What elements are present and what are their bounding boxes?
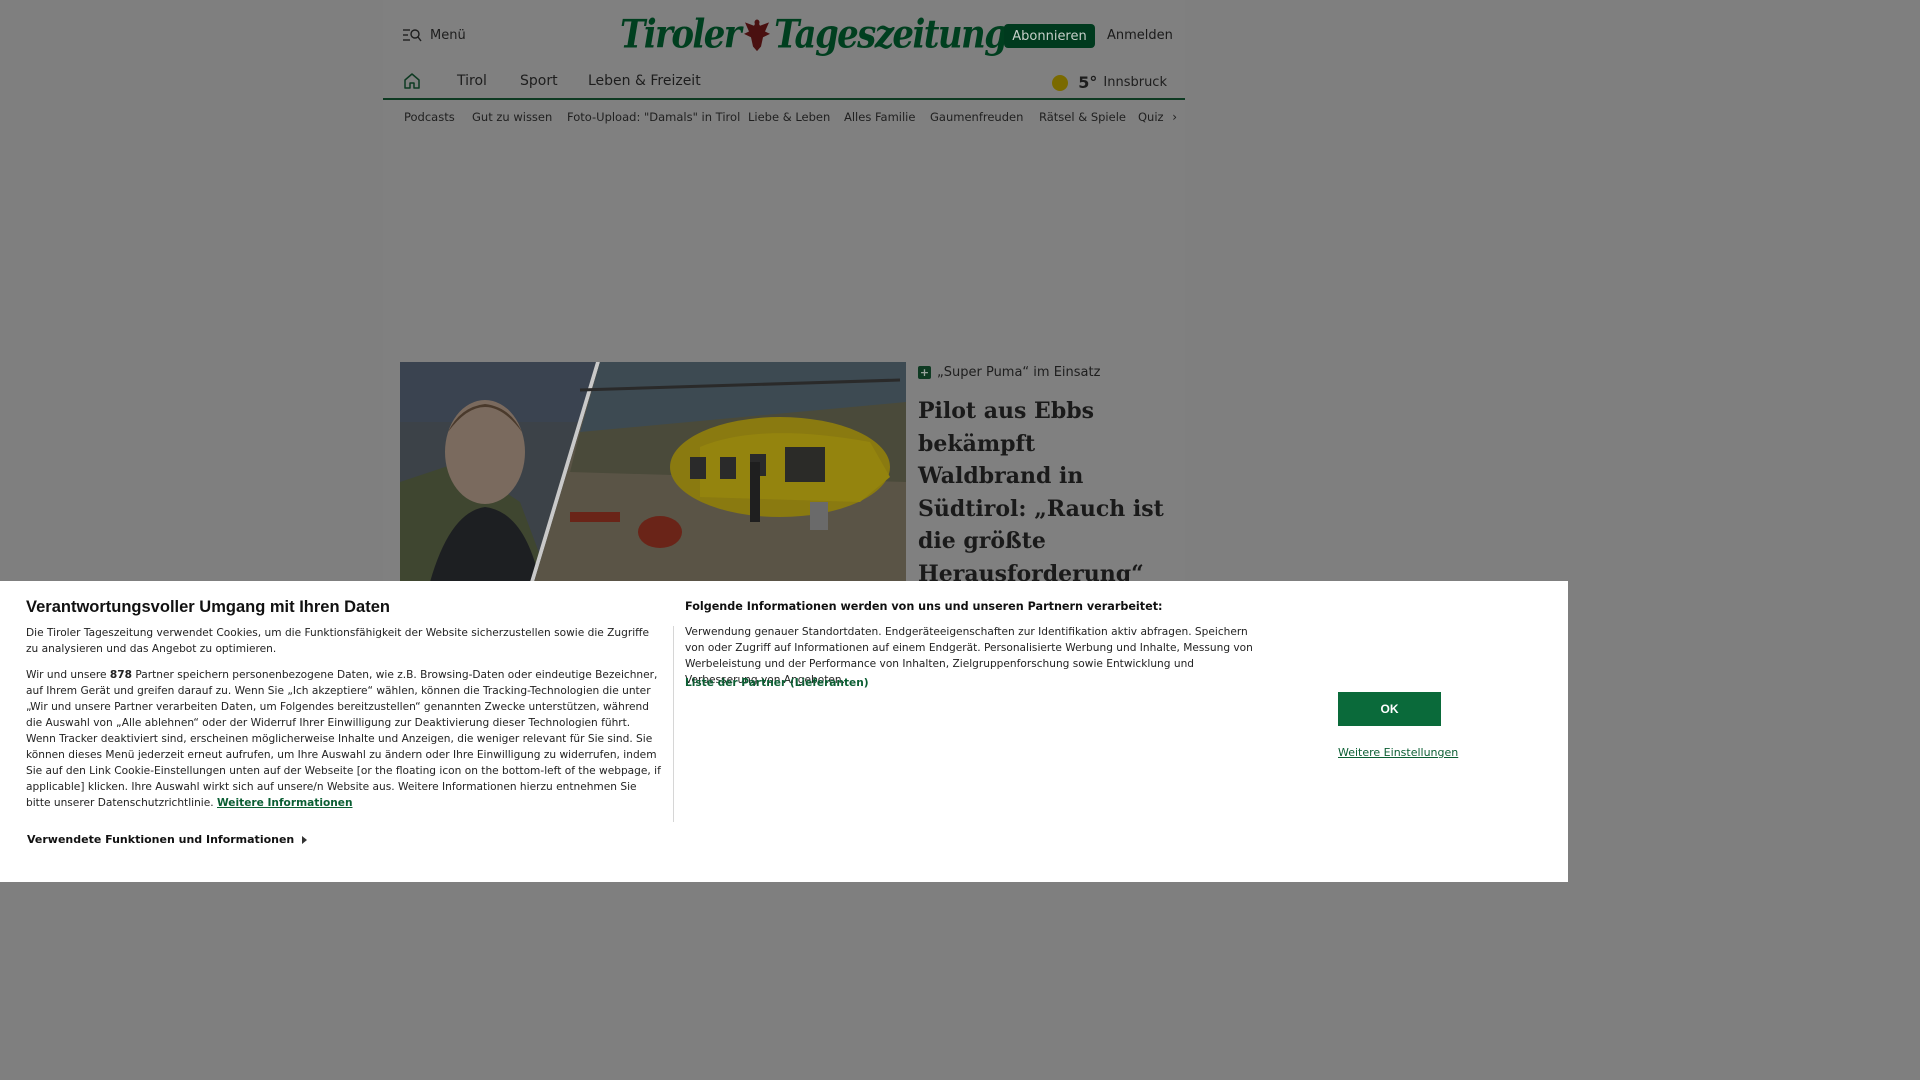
subscribe-button[interactable]: Abonnieren <box>1004 24 1095 48</box>
ad-placeholder <box>383 130 1185 360</box>
consent-intro-text: Die Tiroler Tageszeitung verwendet Cooki… <box>26 627 649 655</box>
main-navigation: Tirol Sport Leben & Freizeit 5° Innsbruc… <box>383 60 1185 100</box>
teaser-kicker-text: „Super Puma“ im Einsatz <box>937 365 1101 380</box>
ok-button[interactable]: OK <box>1338 692 1441 726</box>
chevron-right-icon[interactable]: › <box>1172 110 1177 124</box>
logo-text-left: Tiroler <box>620 12 742 58</box>
subnav-item-gaumenfreuden[interactable]: Gaumenfreuden <box>930 110 1023 124</box>
premium-plus-icon: + <box>918 366 931 379</box>
functions-label: Verwendete Funktionen und Informationen <box>27 833 295 846</box>
consent-details-pre: Wir und unsere <box>26 669 110 681</box>
weather-widget[interactable]: 5° Innsbruck <box>1052 73 1167 92</box>
site-header: Menü Tiroler Tageszeitung Abonnieren Anm… <box>383 0 1185 60</box>
partner-count: 878 <box>109 669 133 681</box>
subnav-item-liebe-leben[interactable]: Liebe & Leben <box>748 110 830 124</box>
consent-details-post: Partner speichern personenbezogene Daten… <box>26 669 661 809</box>
home-icon[interactable] <box>403 72 421 90</box>
menu-label: Menü <box>430 27 466 43</box>
teaser-image[interactable] <box>400 362 906 582</box>
subnav-item-podcasts[interactable]: Podcasts <box>404 110 455 124</box>
consent-details-text: Wir und unsere 878 Partner speichern per… <box>26 667 662 811</box>
processing-title: Folgende Informationen werden von uns un… <box>685 600 1163 613</box>
consent-title: Verantwortungsvoller Umgang mit Ihren Da… <box>26 598 390 616</box>
weather-city: Innsbruck <box>1103 75 1167 90</box>
weather-temperature: 5° <box>1078 73 1098 92</box>
consent-divider <box>673 626 674 822</box>
site-logo[interactable]: Tiroler Tageszeitung <box>620 11 1008 59</box>
cookie-consent-banner: Verantwortungsvoller Umgang mit Ihren Da… <box>0 581 1568 882</box>
teaser-headline[interactable]: Pilot aus Ebbs bekämpft Waldbrand in Süd… <box>918 395 1173 590</box>
eagle-icon <box>744 19 771 52</box>
subnav-item-raetsel-spiele[interactable]: Rätsel & Spiele <box>1039 110 1126 124</box>
subnav-item-foto-upload[interactable]: Foto-Upload: "Damals" in Tirol <box>567 110 740 124</box>
subnav-item-gut-zu-wissen[interactable]: Gut zu wissen <box>472 110 552 124</box>
caret-right-icon <box>302 835 308 844</box>
nav-item-tirol[interactable]: Tirol <box>457 73 487 89</box>
menu-search-icon <box>403 29 422 42</box>
teaser-kicker[interactable]: + „Super Puma“ im Einsatz <box>918 365 1100 380</box>
nav-item-leben-freizeit[interactable]: Leben & Freizeit <box>588 73 701 89</box>
menu-button[interactable]: Menü <box>402 27 466 43</box>
subnav-item-quiz[interactable]: Quiz <box>1138 110 1164 124</box>
nav-item-sport[interactable]: Sport <box>520 73 558 89</box>
more-information-link[interactable]: Weitere Informationen <box>217 797 353 809</box>
sub-navigation: Podcasts Gut zu wissen Foto-Upload: "Dam… <box>383 103 1185 129</box>
functions-toggle[interactable]: Verwendete Funktionen und Informationen <box>27 833 308 846</box>
sun-icon <box>1052 74 1069 91</box>
logo-text-right: Tageszeitung <box>774 12 1008 58</box>
more-settings-link[interactable]: Weitere Einstellungen <box>1338 746 1458 759</box>
login-link[interactable]: Anmelden <box>1107 28 1173 43</box>
subnav-item-alles-familie[interactable]: Alles Familie <box>844 110 915 124</box>
partner-list-link[interactable]: Liste der Partner (Lieferanten) <box>685 677 869 689</box>
